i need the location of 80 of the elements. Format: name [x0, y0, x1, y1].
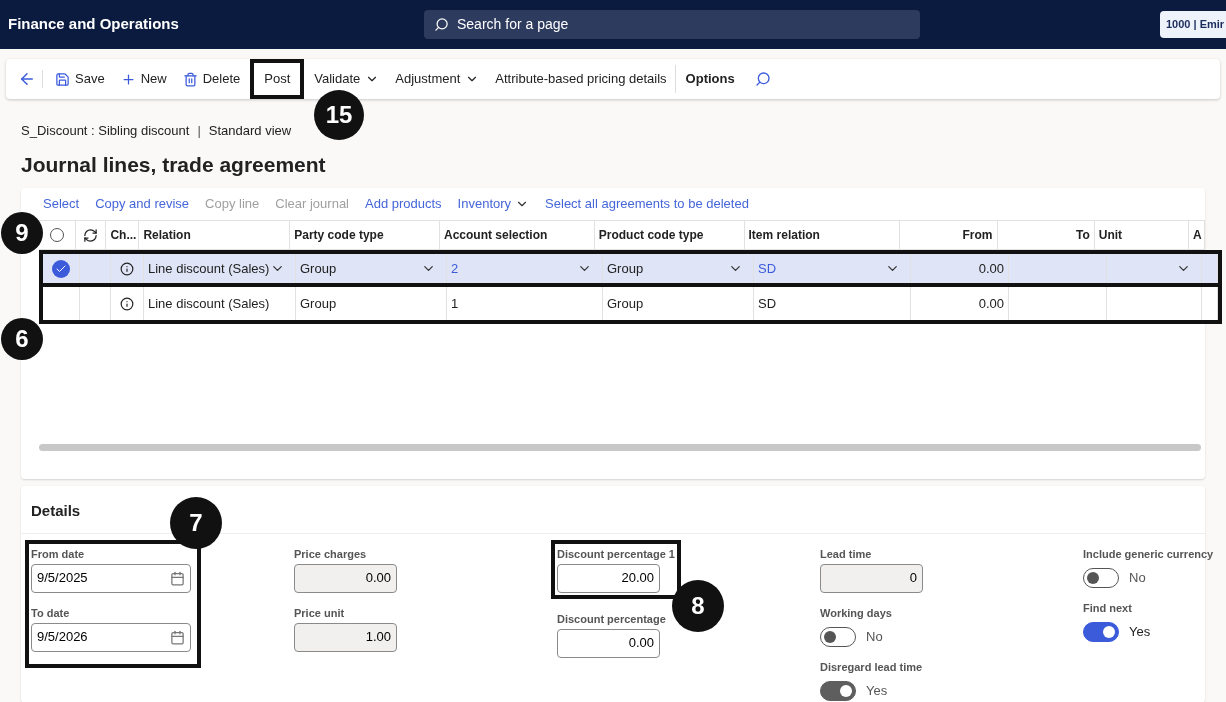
- column-header[interactable]: Item relation: [744, 221, 901, 249]
- table-cell-text: Line discount (Sales): [148, 294, 270, 313]
- toolbar-button[interactable]: Delete: [174, 65, 249, 93]
- field-label: Discount percentage 1: [557, 546, 675, 562]
- app-title: Finance and Operations: [8, 14, 180, 35]
- toggle-text: No: [866, 627, 883, 646]
- field-label: Disregard lead time: [820, 659, 923, 675]
- table-cell-text: SD: [758, 294, 777, 313]
- page-title: Journal lines, trade agreement: [20, 151, 327, 178]
- toolbar-button[interactable]: Attribute-based pricing details: [487, 65, 675, 93]
- field-label: Price charges: [294, 546, 368, 562]
- search-icon: [754, 71, 771, 87]
- refresh-icon[interactable]: [83, 227, 99, 243]
- column-header[interactable]: A: [1189, 221, 1205, 249]
- search-field[interactable]: Search for a page: [424, 10, 920, 39]
- toggle-switch[interactable]: [1083, 567, 1119, 588]
- field-label: From date: [31, 546, 86, 562]
- date-field[interactable]: 9/5/2025: [31, 563, 191, 593]
- options-tab[interactable]: Options: [674, 65, 745, 93]
- grid-action[interactable]: Select all agreements to be deleted: [545, 194, 749, 214]
- table-cell-text: Line discount (Sales): [148, 259, 270, 278]
- table-cell-text: Group: [300, 259, 337, 278]
- column-header[interactable]: Relation: [139, 221, 291, 249]
- column-header[interactable]: Ch...: [106, 221, 140, 249]
- toggle-text: No: [1129, 568, 1146, 587]
- number-field[interactable]: 20.00: [557, 563, 660, 593]
- table-cell-text: Group: [300, 294, 337, 313]
- table-cell-text: 0.00: [978, 294, 1004, 313]
- callout-number: 6: [1, 318, 43, 360]
- info-icon[interactable]: [120, 296, 134, 311]
- column-header[interactable]: To: [997, 221, 1095, 249]
- plus-icon: [120, 71, 136, 87]
- number-field[interactable]: 0.00: [557, 628, 660, 658]
- grid-row[interactable]: Line discount (Sales) Group 2 Group SD 0.00: [43, 254, 1218, 287]
- search-icon: [434, 17, 449, 32]
- breadcrumb-view: Standard view: [208, 122, 292, 140]
- table-cell-text: 2: [451, 259, 459, 278]
- date-field[interactable]: 9/5/2026: [31, 622, 191, 652]
- grid-action[interactable]: Copy and revise: [95, 194, 190, 214]
- toolbar-menu[interactable]: Adjustment: [387, 65, 488, 93]
- company-picker[interactable]: 1000 | Emir: [1160, 11, 1226, 38]
- trash-icon: [182, 71, 198, 87]
- column-header[interactable]: From: [900, 221, 998, 249]
- toggle-switch[interactable]: [820, 626, 856, 647]
- toggle-text: Yes: [866, 681, 888, 700]
- grid-action[interactable]: Inventory: [457, 194, 530, 214]
- save-icon: [55, 71, 70, 87]
- table-cell-text: Group: [607, 294, 644, 313]
- table-cell-text: 1: [451, 294, 459, 313]
- column-header[interactable]: Product code type: [594, 221, 745, 249]
- field-label: Working days: [820, 605, 892, 621]
- column-header[interactable]: Account selection: [440, 221, 595, 249]
- toggle-switch[interactable]: [1083, 621, 1119, 642]
- grid-action[interactable]: Select: [43, 194, 80, 214]
- calendar-icon[interactable]: [170, 570, 185, 586]
- info-icon[interactable]: [120, 261, 134, 276]
- table-cell-text: SD: [758, 259, 777, 278]
- horizontal-scrollbar[interactable]: [39, 444, 1201, 451]
- toolbar-button[interactable]: Save: [47, 65, 113, 93]
- field-label: Price unit: [294, 605, 346, 621]
- field-label: Lead time: [820, 546, 873, 562]
- callout-number: 9: [1, 212, 43, 254]
- calendar-icon[interactable]: [170, 629, 185, 645]
- toolbar-button[interactable]: Post: [256, 65, 299, 93]
- toolbar-menu[interactable]: Validate: [306, 65, 388, 93]
- table-cell-text: 0.00: [978, 259, 1004, 278]
- field-label: To date: [31, 605, 71, 621]
- row-check-icon[interactable]: [52, 259, 70, 278]
- callout-number: 15: [314, 90, 364, 140]
- column-header[interactable]: Unit: [1094, 221, 1189, 249]
- field-label: Include generic currency: [1083, 546, 1214, 562]
- column-header[interactable]: Party code type: [290, 221, 440, 249]
- toggle-text: Yes: [1129, 622, 1151, 641]
- breadcrumb-separator: |: [197, 122, 201, 140]
- grid-action[interactable]: Add products: [365, 194, 442, 214]
- field-label: Find next: [1083, 600, 1133, 616]
- toolbar-button[interactable]: New: [112, 65, 175, 93]
- field-label: Discount percentage: [557, 611, 666, 627]
- table-cell-text: Group: [607, 259, 644, 278]
- breadcrumb-record: S_Discount : Sibling discount: [21, 122, 190, 140]
